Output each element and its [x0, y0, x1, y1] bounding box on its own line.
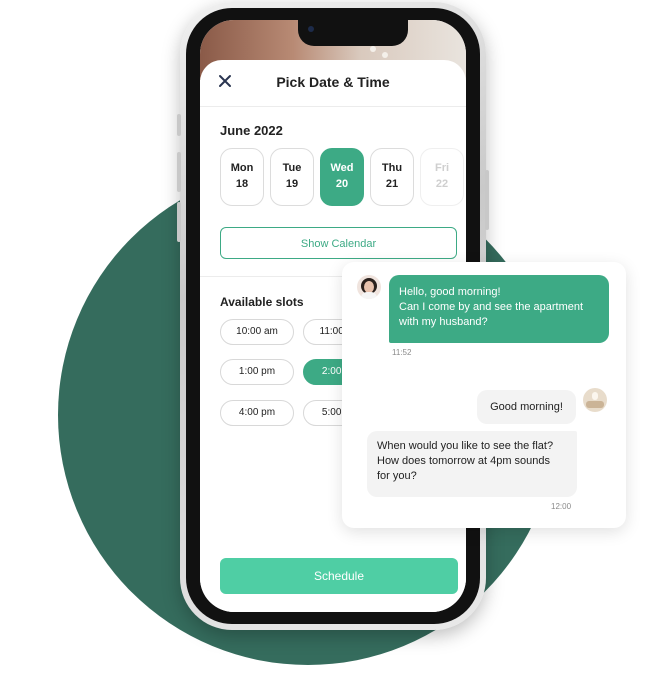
chat-card: Hello, good morning! Can I come by and s…: [342, 262, 626, 528]
page-title: Pick Date & Time: [276, 74, 390, 90]
day-name: Wed: [330, 162, 354, 174]
message-line: for you?: [377, 470, 417, 482]
day-wed[interactable]: Wed 20: [320, 148, 364, 206]
phone-power-button: [485, 170, 489, 230]
slot-button[interactable]: 1:00 pm: [220, 359, 294, 385]
day-name: Mon: [230, 162, 254, 174]
phone-volume-up: [177, 152, 181, 192]
slot-button[interactable]: 4:00 pm: [220, 400, 294, 426]
day-date: 20: [335, 178, 349, 190]
message-line: How does tomorrow at 4pm sounds: [377, 455, 551, 467]
phone-mute-switch: [177, 114, 181, 136]
message-line: Can I come by and see the apartment: [399, 301, 584, 313]
day-thu[interactable]: Thu 21: [370, 148, 414, 206]
day-tue[interactable]: Tue 19: [270, 148, 314, 206]
schedule-button[interactable]: Schedule: [220, 558, 458, 594]
day-date: 22: [435, 178, 449, 190]
day-date: 21: [385, 178, 399, 190]
message-line: Hello, good morning!: [399, 286, 501, 298]
slot-button[interactable]: 10:00 am: [220, 319, 294, 345]
host-message: When would you like to see the flat? How…: [367, 431, 577, 497]
message-line: Good morning!: [490, 401, 563, 413]
day-name: Fri: [434, 162, 450, 174]
month-label: June 2022: [220, 123, 283, 138]
phone-notch: [298, 20, 408, 46]
guest-avatar: [357, 275, 381, 299]
day-name: Thu: [381, 162, 403, 174]
phone-volume-down: [177, 202, 181, 242]
host-message: Good morning!: [477, 390, 576, 424]
day-picker: Mon 18 Tue 19 Wed 20 Thu 21 Fri 22: [220, 148, 466, 208]
message-time: 11:52: [392, 348, 412, 357]
guest-message: Hello, good morning! Can I come by and s…: [389, 275, 609, 343]
message-time: 12:00: [551, 502, 572, 511]
day-date: 18: [235, 178, 249, 190]
message-line: with my husband?: [399, 316, 488, 328]
available-slots-title: Available slots: [220, 295, 304, 309]
message-line: When would you like to see the flat?: [377, 440, 554, 452]
host-avatar: [583, 388, 607, 412]
day-mon[interactable]: Mon 18: [220, 148, 264, 206]
sheet-header: Pick Date & Time: [200, 60, 466, 107]
day-date: 19: [285, 178, 299, 190]
day-fri: Fri 22: [420, 148, 464, 206]
show-calendar-button[interactable]: Show Calendar: [220, 227, 457, 259]
day-name: Tue: [282, 162, 302, 174]
